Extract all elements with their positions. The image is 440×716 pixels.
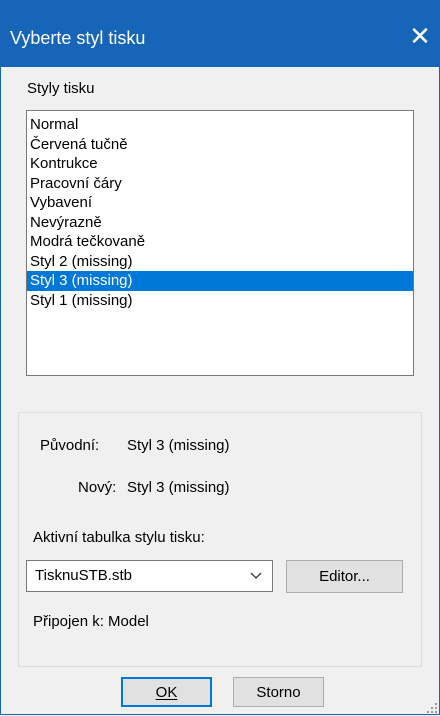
list-item[interactable]: Pracovní čáry (27, 174, 413, 194)
list-item[interactable]: Nevýrazně (27, 213, 413, 233)
plot-style-table-label: Aktivní tabulka stylu tisku: (33, 529, 205, 546)
window-title: Vyberte styl tisku (10, 28, 146, 48)
close-icon: ✕ (409, 20, 431, 51)
ok-button[interactable]: OK (121, 677, 212, 707)
list-item[interactable]: Vybavení (27, 193, 413, 213)
list-item[interactable]: Kontrukce (27, 154, 413, 174)
original-label: Původní: (40, 437, 100, 454)
list-item[interactable]: Normal (27, 115, 413, 135)
list-item[interactable]: Červená tučně (27, 135, 413, 155)
styles-label: Styly tisku (27, 80, 95, 97)
list-item[interactable]: Styl 2 (missing) (27, 252, 413, 272)
list-item[interactable]: Modrá tečkovaně (27, 232, 413, 252)
chevron-down-icon (250, 572, 262, 579)
attached-to-label: Připojen k: Model (33, 613, 149, 630)
new-label: Nový: (78, 479, 117, 496)
plot-style-table-select[interactable]: TisknuSTB.stb (26, 560, 273, 592)
cancel-button[interactable]: Storno (233, 677, 324, 707)
editor-button[interactable]: Editor... (286, 560, 403, 593)
title-bar: Vyberte styl tisku ✕ (0, 0, 440, 67)
resize-grip-icon[interactable] (426, 702, 438, 714)
cancel-button-label: Storno (256, 683, 301, 701)
ok-button-label: OK (155, 683, 178, 701)
list-item[interactable]: Styl 1 (missing) (27, 291, 413, 311)
editor-button-label: Editor... (319, 568, 370, 585)
original-value: Styl 3 (missing) (127, 437, 230, 454)
plot-style-table-value: TisknuSTB.stb (35, 567, 132, 584)
styles-listbox[interactable]: Normal Červená tučně Kontrukce Pracovní čár… (26, 110, 414, 376)
new-value: Styl 3 (missing) (127, 479, 230, 496)
list-item[interactable]: Styl 3 (missing) (27, 271, 413, 291)
close-button[interactable]: ✕ (400, 18, 440, 54)
